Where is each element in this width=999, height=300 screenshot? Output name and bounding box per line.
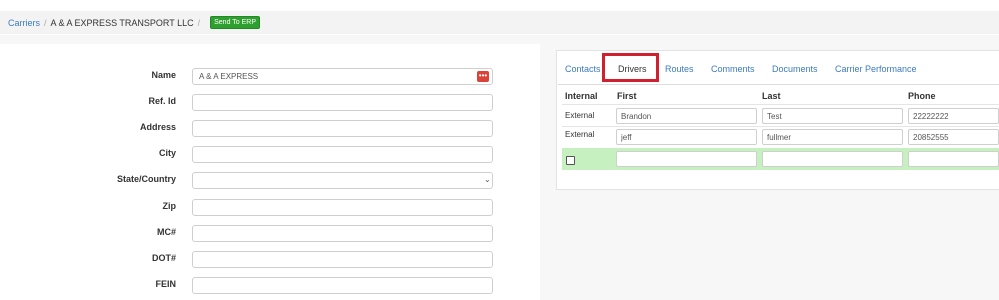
- new-driver-last-input[interactable]: [762, 151, 903, 167]
- mc-label: MC#: [156, 227, 176, 237]
- tab-carrier-performance[interactable]: Carrier Performance: [835, 64, 917, 74]
- mc-row: MC#: [0, 225, 540, 242]
- address-row: Address: [0, 120, 540, 137]
- state-label: State/Country: [116, 174, 176, 184]
- breadcrumb: Carriers / A & A EXPRESS TRANSPORT LLC /…: [0, 11, 999, 34]
- tab-documents[interactable]: Documents: [772, 64, 818, 74]
- mc-input[interactable]: [192, 225, 493, 242]
- new-driver-phone-input[interactable]: [908, 151, 999, 167]
- tab-contacts[interactable]: Contacts: [565, 64, 601, 74]
- state-row: State/Country ⌄: [0, 172, 540, 189]
- city-input[interactable]: [192, 146, 493, 163]
- dot-label: DOT#: [151, 253, 176, 263]
- dot-row: DOT#: [0, 251, 540, 268]
- send-to-erp-button[interactable]: Send To ERP: [210, 16, 261, 29]
- name-input[interactable]: [192, 68, 493, 85]
- driver-phone-input[interactable]: [908, 129, 999, 145]
- tab-drivers[interactable]: Drivers: [618, 64, 647, 74]
- driver-last-input[interactable]: [762, 108, 903, 124]
- new-driver-checkbox[interactable]: [566, 156, 575, 165]
- zip-row: Zip: [0, 199, 540, 216]
- city-row: City: [0, 146, 540, 163]
- breadcrumb-carriers-link[interactable]: Carriers: [8, 18, 40, 28]
- fein-row: FEIN: [0, 277, 540, 294]
- zip-input[interactable]: [192, 199, 493, 216]
- address-label: Address: [139, 122, 176, 132]
- name-row: Name •••: [0, 68, 540, 85]
- driver-first-input[interactable]: [616, 108, 757, 124]
- driver-last-input[interactable]: [762, 129, 903, 145]
- dot-input[interactable]: [192, 251, 493, 268]
- refid-row: Ref. Id: [0, 94, 540, 111]
- driver-internal-cell: External: [565, 130, 595, 139]
- fein-input[interactable]: [192, 277, 493, 294]
- column-header-internal: Internal: [565, 91, 598, 101]
- driver-phone-input[interactable]: [908, 108, 999, 124]
- tab-divider: [558, 84, 999, 85]
- tab-comments[interactable]: Comments: [711, 64, 755, 74]
- driver-internal-cell: External: [565, 111, 595, 120]
- state-select[interactable]: [192, 172, 493, 189]
- address-input[interactable]: [192, 120, 493, 137]
- carrier-form: Name ••• Ref. Id Address City State/Coun…: [0, 44, 540, 300]
- new-driver-first-input[interactable]: [616, 151, 757, 167]
- column-header-first: First: [617, 91, 637, 101]
- table-divider: [562, 126, 999, 127]
- chevron-down-icon[interactable]: ⌄: [484, 175, 491, 184]
- table-divider: [562, 104, 999, 105]
- name-more-icon[interactable]: •••: [477, 71, 489, 82]
- tab-routes[interactable]: Routes: [665, 64, 694, 74]
- driver-first-input[interactable]: [616, 129, 757, 145]
- refid-input[interactable]: [192, 94, 493, 111]
- city-label: City: [158, 148, 176, 158]
- column-header-phone: Phone: [908, 91, 936, 101]
- column-header-last: Last: [762, 91, 781, 101]
- breadcrumb-separator: /: [44, 17, 47, 28]
- refid-label: Ref. Id: [148, 96, 176, 106]
- name-label: Name: [151, 70, 176, 80]
- zip-label: Zip: [162, 201, 177, 211]
- breadcrumb-current: A & A EXPRESS TRANSPORT LLC: [50, 17, 194, 28]
- fein-label: FEIN: [155, 279, 176, 289]
- breadcrumb-separator: /: [197, 17, 201, 28]
